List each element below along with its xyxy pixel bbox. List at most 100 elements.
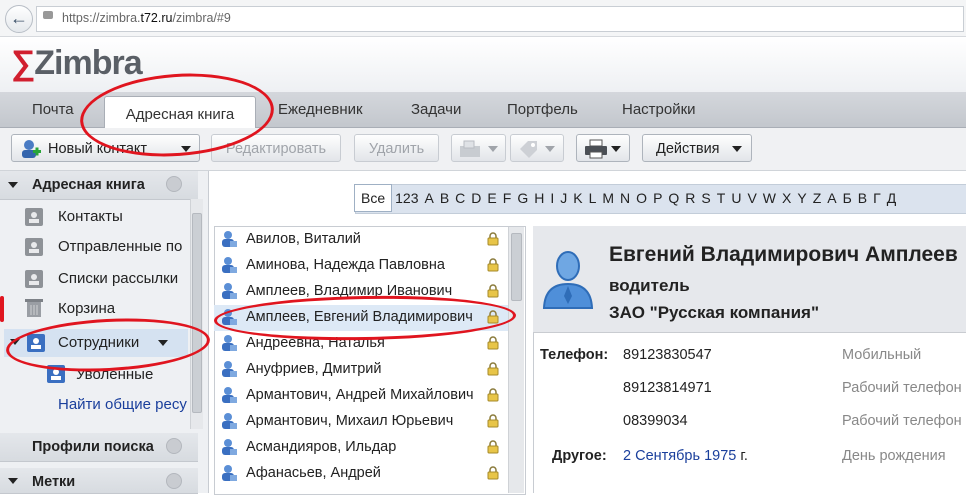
alphabet-letter[interactable]: D bbox=[468, 184, 484, 212]
find-shares-link[interactable]: Найти общие ресу bbox=[58, 396, 187, 413]
contact-row[interactable]: Армантович, Андрей Михайлович bbox=[214, 383, 508, 409]
alphabet-letter[interactable]: V bbox=[744, 184, 759, 212]
tab-briefcase[interactable]: Портфель bbox=[507, 101, 578, 118]
contact-row[interactable]: Асмандияров, Ильдар bbox=[214, 435, 508, 461]
alphabet-letter[interactable]: C bbox=[452, 184, 468, 212]
list-scrollbar[interactable] bbox=[508, 227, 524, 493]
alphabet-letter[interactable]: Б bbox=[840, 184, 855, 212]
lock-icon bbox=[487, 362, 499, 376]
distribution-list-icon bbox=[25, 270, 43, 288]
phone-work-2-type: Рабочий телефон bbox=[842, 413, 962, 429]
alphabet-letter[interactable]: J bbox=[557, 184, 570, 212]
phone-mobile-type: Мобильный bbox=[842, 347, 922, 363]
tab-calendar[interactable]: Ежедневник bbox=[278, 101, 363, 118]
phone-label: Телефон: bbox=[540, 347, 609, 363]
alphabet-letter[interactable]: 123 bbox=[392, 184, 421, 212]
tab-settings[interactable]: Настройки bbox=[622, 101, 696, 118]
contact-company: ЗАО "Русская компания" bbox=[609, 303, 820, 322]
alphabet-letter[interactable]: B bbox=[437, 184, 452, 212]
chevron-down-icon bbox=[732, 146, 742, 152]
sidebar-item-trash[interactable]: Корзина bbox=[58, 300, 115, 317]
contact-job-title: водитель bbox=[609, 276, 690, 295]
move-button[interactable] bbox=[451, 134, 506, 162]
alphabet-letter[interactable]: F bbox=[500, 184, 515, 212]
alphabet-letter[interactable]: I bbox=[547, 184, 557, 212]
gear-icon[interactable] bbox=[166, 473, 182, 489]
collapse-icon[interactable] bbox=[8, 182, 18, 188]
alphabet-letter[interactable]: E bbox=[484, 184, 499, 212]
contact-row[interactable]: Аминова, Надежда Павловна bbox=[214, 253, 508, 279]
sidebar-item-emailed-contacts[interactable]: Отправленные по bbox=[58, 238, 182, 255]
alphabet-filter: Все 123 A B C D E F G H I J K L M N O P Q R S T U V W X Y Z А Б В Г Д bbox=[354, 184, 899, 212]
contact-name-label: Асмандияров, Ильдар bbox=[246, 439, 397, 455]
actions-button[interactable]: Действия bbox=[642, 134, 752, 162]
tag-button[interactable] bbox=[510, 134, 564, 162]
alphabet-letter[interactable]: X bbox=[779, 184, 794, 212]
alphabet-letter[interactable]: R bbox=[682, 184, 698, 212]
alphabet-letter[interactable]: А bbox=[824, 184, 839, 212]
alphabet-letter[interactable]: K bbox=[570, 184, 585, 212]
gear-icon[interactable] bbox=[166, 438, 182, 454]
birthday-value[interactable]: 2 Сентябрь 1975 г. bbox=[623, 448, 748, 464]
tab-tasks[interactable]: Задачи bbox=[411, 101, 461, 118]
alphabet-letter[interactable]: H bbox=[531, 184, 547, 212]
phone-work-1[interactable]: 89123814971 bbox=[623, 380, 712, 396]
contact-icon bbox=[222, 387, 237, 403]
alphabet-letter[interactable]: W bbox=[760, 184, 779, 212]
tags-section-header[interactable]: Метки bbox=[0, 468, 198, 494]
contact-icon bbox=[222, 257, 237, 273]
sidebar-item-contacts[interactable]: Контакты bbox=[58, 208, 123, 225]
alphabet-letter[interactable]: U bbox=[728, 184, 744, 212]
phone-work-1-type: Рабочий телефон bbox=[842, 380, 962, 396]
alphabet-letter[interactable]: S bbox=[698, 184, 713, 212]
url-text[interactable]: https://zimbra.t72.ru/zimbra/#9 bbox=[62, 11, 231, 25]
back-arrow-icon[interactable]: ← bbox=[5, 5, 33, 33]
contact-name-label: Афанасьев, Андрей bbox=[246, 465, 381, 481]
contact-name-label: Ануфриев, Дмитрий bbox=[246, 361, 382, 377]
alphabet-letter[interactable]: L bbox=[586, 184, 600, 212]
address-book-section-header[interactable]: Адресная книга bbox=[0, 171, 198, 200]
tab-mail[interactable]: Почта bbox=[32, 101, 74, 118]
sidebar-item-mailing-lists[interactable]: Списки рассылки bbox=[58, 270, 178, 287]
contact-row[interactable]: Авилов, Виталий bbox=[214, 227, 508, 253]
alphabet-letter[interactable]: O bbox=[633, 184, 650, 212]
contact-icon bbox=[222, 335, 237, 351]
phone-mobile[interactable]: 89123830547 bbox=[623, 347, 712, 363]
contact-name-label: Армантович, Михаил Юрьевич bbox=[246, 413, 454, 429]
contact-row[interactable]: Ануфриев, Дмитрий bbox=[214, 357, 508, 383]
print-button[interactable] bbox=[576, 134, 630, 162]
scrollbar-thumb[interactable] bbox=[511, 233, 522, 301]
gear-icon[interactable] bbox=[166, 176, 182, 192]
contact-avatar-icon bbox=[541, 246, 595, 310]
alphabet-letter[interactable]: M bbox=[599, 184, 617, 212]
alphabet-letter[interactable]: Y bbox=[794, 184, 809, 212]
delete-button[interactable]: Удалить bbox=[354, 134, 439, 162]
alphabet-letter[interactable]: Z bbox=[810, 184, 825, 212]
alphabet-letter[interactable]: N bbox=[617, 184, 633, 212]
contact-row[interactable]: Афанасьев, Андрей bbox=[214, 461, 508, 487]
contact-icon bbox=[222, 283, 237, 299]
sidebar-scrollbar[interactable] bbox=[190, 199, 203, 429]
other-label: Другое: bbox=[552, 448, 607, 464]
contact-icon bbox=[222, 413, 237, 429]
phone-work-2[interactable]: 08399034 bbox=[623, 413, 688, 429]
annotation-mark bbox=[0, 296, 4, 322]
alphabet-letter[interactable]: Г bbox=[870, 184, 884, 212]
alphabet-letter[interactable]: В bbox=[855, 184, 870, 212]
alphabet-letter[interactable]: T bbox=[714, 184, 729, 212]
alphabet-letter[interactable]: P bbox=[650, 184, 665, 212]
alphabet-letter[interactable]: G bbox=[514, 184, 531, 212]
scrollbar-thumb[interactable] bbox=[192, 213, 202, 413]
lock-icon bbox=[487, 466, 499, 480]
chevron-down-icon bbox=[488, 146, 498, 152]
collapse-icon[interactable] bbox=[8, 478, 18, 484]
alphabet-letter[interactable]: A bbox=[421, 184, 436, 212]
alphabet-letter[interactable]: Q bbox=[665, 184, 682, 212]
lock-icon bbox=[487, 440, 499, 454]
search-profiles-section-header[interactable]: Профили поиска bbox=[0, 433, 198, 462]
contact-row[interactable]: Армантович, Михаил Юрьевич bbox=[214, 409, 508, 435]
alphabet-letter[interactable]: Все bbox=[354, 184, 393, 212]
contact-icon bbox=[222, 465, 237, 481]
contact-icon bbox=[222, 439, 237, 455]
alphabet-letter[interactable]: Д bbox=[884, 184, 899, 212]
